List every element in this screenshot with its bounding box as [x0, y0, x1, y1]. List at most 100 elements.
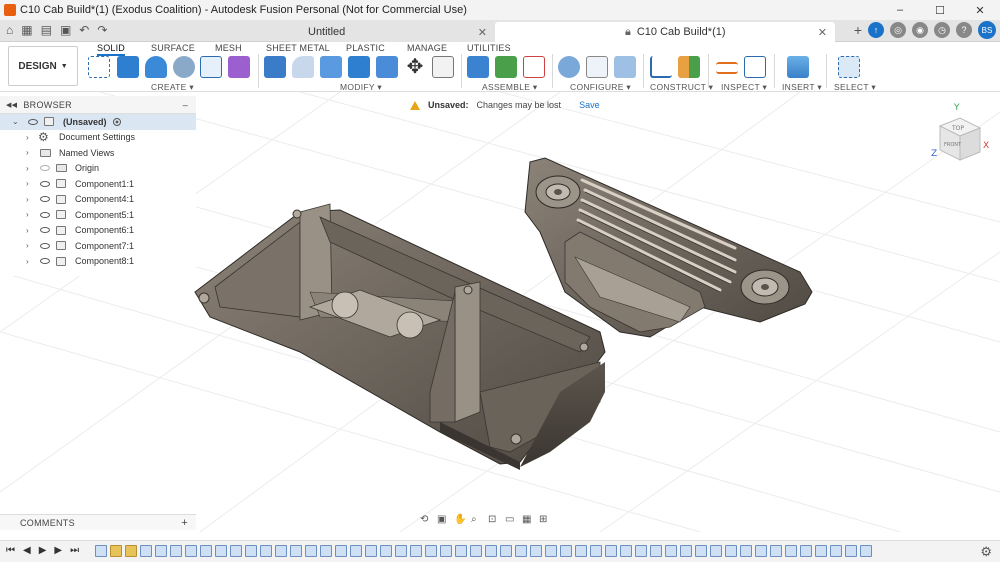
extrude-icon[interactable]	[117, 56, 139, 78]
visibility-eye-icon[interactable]	[40, 211, 50, 218]
timeline-feature-icon[interactable]	[785, 545, 797, 557]
visibility-eye-icon[interactable]	[40, 242, 50, 249]
timeline-feature-icon[interactable]	[305, 545, 317, 557]
timeline-feature-icon[interactable]	[605, 545, 617, 557]
close-window-button[interactable]: ✕	[960, 0, 1000, 20]
file-menu-icon[interactable]: ▤	[41, 23, 52, 37]
step-forward-icon[interactable]: ▶	[54, 545, 62, 556]
close-tab-icon[interactable]: ✕	[478, 26, 487, 39]
timeline-feature-icon[interactable]	[515, 545, 527, 557]
browser-item-component1[interactable]: › Component1:1	[0, 176, 196, 192]
fit-icon[interactable]: ⊡	[488, 514, 500, 526]
timeline-feature-icon[interactable]	[635, 545, 647, 557]
split-body-icon[interactable]	[376, 56, 398, 78]
zoom-icon[interactable]: ⌕	[471, 514, 483, 526]
clock-icon[interactable]: ◷	[934, 22, 950, 38]
redo-icon[interactable]: ↷	[97, 23, 107, 37]
timeline-feature-icon[interactable]	[320, 545, 332, 557]
view-cube[interactable]: Y TOP FRONT X Z	[930, 100, 990, 170]
plane-icon[interactable]	[678, 56, 700, 78]
timeline-feature-icon[interactable]	[455, 545, 467, 557]
undo-icon[interactable]: ↶	[79, 23, 89, 37]
collapse-icon[interactable]: ◀◀	[6, 101, 17, 109]
tab-surface[interactable]: SURFACE	[151, 43, 195, 53]
timeline-feature-icon[interactable]	[800, 545, 812, 557]
timeline-feature-icon[interactable]	[425, 545, 437, 557]
timeline-feature-icon[interactable]	[260, 545, 272, 557]
minimize-button[interactable]: –	[880, 0, 920, 20]
help-icon[interactable]: ?	[956, 22, 972, 38]
timeline-feature-icon[interactable]	[695, 545, 707, 557]
minimize-panel-icon[interactable]: –	[183, 100, 188, 110]
save-icon[interactable]: ▣	[60, 23, 71, 37]
timeline-feature-icon[interactable]	[125, 545, 137, 557]
tab-mesh[interactable]: MESH	[215, 43, 242, 53]
chevron-right-icon[interactable]: ›	[26, 210, 29, 219]
tab-c10-cab-build[interactable]: 🔒︎ C10 Cab Build*(1) ✕	[495, 22, 835, 42]
visibility-eye-icon[interactable]	[28, 118, 38, 125]
timeline-feature-icon[interactable]	[725, 545, 737, 557]
chevron-right-icon[interactable]: ›	[26, 226, 29, 235]
browser-item-origin[interactable]: › Origin	[0, 161, 196, 177]
configuration-table-icon[interactable]	[586, 56, 608, 78]
orbit-icon[interactable]: ⟲	[420, 514, 432, 526]
as-built-joint-icon[interactable]	[523, 56, 545, 78]
tab-untitled[interactable]: Untitled ✕	[290, 22, 495, 42]
hole-icon[interactable]	[173, 56, 195, 78]
timeline-feature-icon[interactable]	[155, 545, 167, 557]
timeline-feature-icon[interactable]	[215, 545, 227, 557]
timeline-feature-icon[interactable]	[365, 545, 377, 557]
add-comment-icon[interactable]: +	[181, 517, 188, 529]
select-icon[interactable]	[838, 56, 860, 78]
go-to-end-icon[interactable]: ⏭	[70, 545, 79, 556]
timeline-feature-icon[interactable]	[410, 545, 422, 557]
joint-icon[interactable]	[495, 56, 517, 78]
chevron-right-icon[interactable]: ›	[26, 133, 29, 142]
browser-root-item[interactable]: ⌄ (Unsaved)	[0, 114, 196, 130]
timeline-feature-icon[interactable]	[590, 545, 602, 557]
grid-icon[interactable]: ▦	[21, 23, 32, 37]
active-component-radio-icon[interactable]	[113, 117, 121, 126]
visibility-eye-icon[interactable]	[40, 180, 50, 187]
extensions-icon[interactable]: ◎	[890, 22, 906, 38]
timeline-feature-icon[interactable]	[740, 545, 752, 557]
visibility-eye-icon[interactable]	[40, 258, 50, 265]
timeline-feature-icon[interactable]	[290, 545, 302, 557]
workspace-switcher-button[interactable]: DESIGN ▼	[8, 46, 78, 86]
timeline-feature-icon[interactable]	[275, 545, 287, 557]
timeline-feature-icon[interactable]	[680, 545, 692, 557]
visibility-eye-icon[interactable]	[40, 227, 50, 234]
insert-image-icon[interactable]	[787, 56, 809, 78]
notifications-icon[interactable]: ◉	[912, 22, 928, 38]
timeline-feature-icon[interactable]	[530, 545, 542, 557]
browser-header[interactable]: ◀◀ BROWSER –	[0, 96, 196, 114]
timeline-feature-icon[interactable]	[170, 545, 182, 557]
visibility-eye-icon[interactable]	[40, 196, 50, 203]
tab-manage[interactable]: MANAGE	[407, 43, 447, 53]
tab-sheet-metal[interactable]: SHEET METAL	[266, 43, 330, 53]
move-copy-icon[interactable]: ✥	[404, 56, 426, 78]
browser-item-component8[interactable]: › Component8:1	[0, 254, 196, 270]
timeline-feature-icon[interactable]	[665, 545, 677, 557]
timeline-feature-icon[interactable]	[845, 545, 857, 557]
combine-icon[interactable]	[348, 56, 370, 78]
timeline-feature-icon[interactable]	[440, 545, 452, 557]
timeline-feature-icon[interactable]	[395, 545, 407, 557]
visibility-eye-icon[interactable]	[40, 165, 50, 172]
browser-item-document-settings[interactable]: › ⚙ Document Settings	[0, 130, 196, 146]
timeline-feature-icon[interactable]	[710, 545, 722, 557]
save-link[interactable]: Save	[579, 100, 600, 110]
insert-configuration-icon[interactable]	[614, 56, 636, 78]
new-component-icon[interactable]	[467, 56, 489, 78]
viewports-icon[interactable]: ⊞	[539, 514, 551, 526]
timeline-feature-icon[interactable]	[770, 545, 782, 557]
timeline-feature-icon[interactable]	[755, 545, 767, 557]
timeline-feature-icon[interactable]	[140, 545, 152, 557]
interference-icon[interactable]	[744, 56, 766, 78]
revolve-icon[interactable]	[145, 56, 167, 78]
timeline-feature-icon[interactable]	[245, 545, 257, 557]
display-settings-icon[interactable]: ▭	[505, 514, 517, 526]
fillet-icon[interactable]	[292, 56, 314, 78]
comments-panel[interactable]: COMMENTS +	[0, 514, 196, 530]
shell-icon[interactable]	[320, 56, 342, 78]
